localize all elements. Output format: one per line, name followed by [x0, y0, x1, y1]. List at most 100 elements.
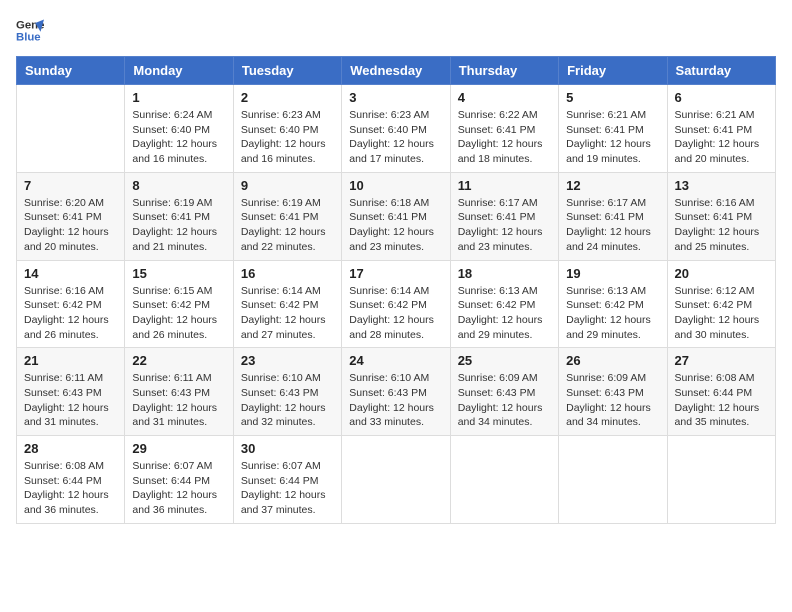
col-header-saturday: Saturday	[667, 57, 775, 85]
day-cell: 29Sunrise: 6:07 AM Sunset: 6:44 PM Dayli…	[125, 436, 233, 524]
day-info: Sunrise: 6:23 AM Sunset: 6:40 PM Dayligh…	[241, 108, 334, 167]
day-info: Sunrise: 6:21 AM Sunset: 6:41 PM Dayligh…	[566, 108, 659, 167]
col-header-thursday: Thursday	[450, 57, 558, 85]
svg-text:Blue: Blue	[16, 32, 41, 44]
day-cell	[667, 436, 775, 524]
day-cell: 3 Sunrise: 6:23 AM Sunset: 6:40 PM Daylig…	[342, 85, 450, 173]
day-cell: 28Sunrise: 6:08 AM Sunset: 6:44 PM Dayli…	[17, 436, 125, 524]
day-info: Sunrise: 6:07 AM Sunset: 6:44 PM Dayligh…	[132, 459, 225, 518]
day-number: 3	[349, 90, 442, 105]
day-cell: 16 Sunrise: 6:14 AM Sunset: 6:42 PM Dayli…	[233, 260, 341, 348]
logo-icon: General Blue	[16, 16, 44, 44]
day-info: Sunrise: 6:11 AM Sunset: 6:43 PM Dayligh…	[132, 371, 225, 430]
day-cell	[17, 85, 125, 173]
day-cell: 13Sunrise: 6:16 AM Sunset: 6:41 PM Dayli…	[667, 172, 775, 260]
day-info: Sunrise: 6:07 AM Sunset: 6:44 PM Dayligh…	[241, 459, 334, 518]
day-info: Sunrise: 6:23 AM Sunset: 6:40 PM Dayligh…	[349, 108, 442, 167]
day-info: Sunrise: 6:17 AM Sunset: 6:41 PM Dayligh…	[458, 196, 551, 255]
week-row-5: 28Sunrise: 6:08 AM Sunset: 6:44 PM Dayli…	[17, 436, 776, 524]
day-info: Sunrise: 6:15 AM Sunset: 6:42 PM Dayligh…	[132, 284, 225, 343]
day-info: Sunrise: 6:08 AM Sunset: 6:44 PM Dayligh…	[675, 371, 768, 430]
week-row-4: 21 Sunrise: 6:11 AM Sunset: 6:43 PM Dayli…	[17, 348, 776, 436]
day-cell: 7Sunrise: 6:20 AM Sunset: 6:41 PM Daylig…	[17, 172, 125, 260]
day-number: 11	[458, 178, 551, 193]
day-cell: 30Sunrise: 6:07 AM Sunset: 6:44 PM Dayli…	[233, 436, 341, 524]
day-cell: 17Sunrise: 6:14 AM Sunset: 6:42 PM Dayli…	[342, 260, 450, 348]
day-number: 10	[349, 178, 442, 193]
day-cell: 21 Sunrise: 6:11 AM Sunset: 6:43 PM Dayli…	[17, 348, 125, 436]
day-number: 12	[566, 178, 659, 193]
day-cell: 15Sunrise: 6:15 AM Sunset: 6:42 PM Dayli…	[125, 260, 233, 348]
day-number: 5	[566, 90, 659, 105]
day-info: Sunrise: 6:22 AM Sunset: 6:41 PM Dayligh…	[458, 108, 551, 167]
day-cell: 24Sunrise: 6:10 AM Sunset: 6:43 PM Dayli…	[342, 348, 450, 436]
day-number: 8	[132, 178, 225, 193]
day-cell: 18 Sunrise: 6:13 AM Sunset: 6:42 PM Dayli…	[450, 260, 558, 348]
day-cell: 8 Sunrise: 6:19 AM Sunset: 6:41 PM Daylig…	[125, 172, 233, 260]
col-header-tuesday: Tuesday	[233, 57, 341, 85]
logo: General Blue	[16, 16, 44, 44]
day-info: Sunrise: 6:11 AM Sunset: 6:43 PM Dayligh…	[24, 371, 117, 430]
day-cell: 25 Sunrise: 6:09 AM Sunset: 6:43 PM Dayli…	[450, 348, 558, 436]
week-row-2: 7Sunrise: 6:20 AM Sunset: 6:41 PM Daylig…	[17, 172, 776, 260]
day-number: 1	[132, 90, 225, 105]
day-cell: 12 Sunrise: 6:17 AM Sunset: 6:41 PM Dayli…	[559, 172, 667, 260]
day-number: 18	[458, 266, 551, 281]
day-number: 4	[458, 90, 551, 105]
day-cell	[559, 436, 667, 524]
day-info: Sunrise: 6:21 AM Sunset: 6:41 PM Dayligh…	[675, 108, 768, 167]
col-header-friday: Friday	[559, 57, 667, 85]
day-number: 27	[675, 353, 768, 368]
day-info: Sunrise: 6:18 AM Sunset: 6:41 PM Dayligh…	[349, 196, 442, 255]
day-cell: 22 Sunrise: 6:11 AM Sunset: 6:43 PM Dayli…	[125, 348, 233, 436]
day-info: Sunrise: 6:08 AM Sunset: 6:44 PM Dayligh…	[24, 459, 117, 518]
day-number: 26	[566, 353, 659, 368]
day-cell: 11 Sunrise: 6:17 AM Sunset: 6:41 PM Dayli…	[450, 172, 558, 260]
day-cell: 27 Sunrise: 6:08 AM Sunset: 6:44 PM Dayli…	[667, 348, 775, 436]
day-info: Sunrise: 6:16 AM Sunset: 6:42 PM Dayligh…	[24, 284, 117, 343]
day-info: Sunrise: 6:13 AM Sunset: 6:42 PM Dayligh…	[458, 284, 551, 343]
day-info: Sunrise: 6:14 AM Sunset: 6:42 PM Dayligh…	[349, 284, 442, 343]
day-number: 14	[24, 266, 117, 281]
day-cell: 1 Sunrise: 6:24 AM Sunset: 6:40 PM Daylig…	[125, 85, 233, 173]
week-row-1: 1 Sunrise: 6:24 AM Sunset: 6:40 PM Daylig…	[17, 85, 776, 173]
col-header-wednesday: Wednesday	[342, 57, 450, 85]
day-info: Sunrise: 6:24 AM Sunset: 6:40 PM Dayligh…	[132, 108, 225, 167]
day-info: Sunrise: 6:10 AM Sunset: 6:43 PM Dayligh…	[241, 371, 334, 430]
day-number: 16	[241, 266, 334, 281]
day-info: Sunrise: 6:19 AM Sunset: 6:41 PM Dayligh…	[241, 196, 334, 255]
day-cell: 20 Sunrise: 6:12 AM Sunset: 6:42 PM Dayli…	[667, 260, 775, 348]
day-cell: 5 Sunrise: 6:21 AM Sunset: 6:41 PM Daylig…	[559, 85, 667, 173]
day-number: 25	[458, 353, 551, 368]
day-cell: 4 Sunrise: 6:22 AM Sunset: 6:41 PM Daylig…	[450, 85, 558, 173]
day-cell: 2 Sunrise: 6:23 AM Sunset: 6:40 PM Daylig…	[233, 85, 341, 173]
day-info: Sunrise: 6:12 AM Sunset: 6:42 PM Dayligh…	[675, 284, 768, 343]
day-info: Sunrise: 6:13 AM Sunset: 6:42 PM Dayligh…	[566, 284, 659, 343]
col-header-monday: Monday	[125, 57, 233, 85]
day-number: 22	[132, 353, 225, 368]
day-cell: 6Sunrise: 6:21 AM Sunset: 6:41 PM Daylig…	[667, 85, 775, 173]
day-number: 9	[241, 178, 334, 193]
day-number: 23	[241, 353, 334, 368]
day-cell: 14 Sunrise: 6:16 AM Sunset: 6:42 PM Dayli…	[17, 260, 125, 348]
day-number: 21	[24, 353, 117, 368]
day-info: Sunrise: 6:17 AM Sunset: 6:41 PM Dayligh…	[566, 196, 659, 255]
day-cell: 19 Sunrise: 6:13 AM Sunset: 6:42 PM Dayli…	[559, 260, 667, 348]
day-info: Sunrise: 6:10 AM Sunset: 6:43 PM Dayligh…	[349, 371, 442, 430]
day-number: 2	[241, 90, 334, 105]
day-cell	[450, 436, 558, 524]
day-info: Sunrise: 6:19 AM Sunset: 6:41 PM Dayligh…	[132, 196, 225, 255]
day-info: Sunrise: 6:09 AM Sunset: 6:43 PM Dayligh…	[566, 371, 659, 430]
day-number: 20	[675, 266, 768, 281]
day-number: 7	[24, 178, 117, 193]
day-info: Sunrise: 6:16 AM Sunset: 6:41 PM Dayligh…	[675, 196, 768, 255]
calendar-header-row: SundayMondayTuesdayWednesdayThursdayFrid…	[17, 57, 776, 85]
day-info: Sunrise: 6:14 AM Sunset: 6:42 PM Dayligh…	[241, 284, 334, 343]
day-number: 19	[566, 266, 659, 281]
day-info: Sunrise: 6:09 AM Sunset: 6:43 PM Dayligh…	[458, 371, 551, 430]
header: General Blue	[16, 16, 776, 44]
day-cell: 26 Sunrise: 6:09 AM Sunset: 6:43 PM Dayli…	[559, 348, 667, 436]
calendar-table: SundayMondayTuesdayWednesdayThursdayFrid…	[16, 56, 776, 524]
day-cell	[342, 436, 450, 524]
day-cell: 9 Sunrise: 6:19 AM Sunset: 6:41 PM Daylig…	[233, 172, 341, 260]
